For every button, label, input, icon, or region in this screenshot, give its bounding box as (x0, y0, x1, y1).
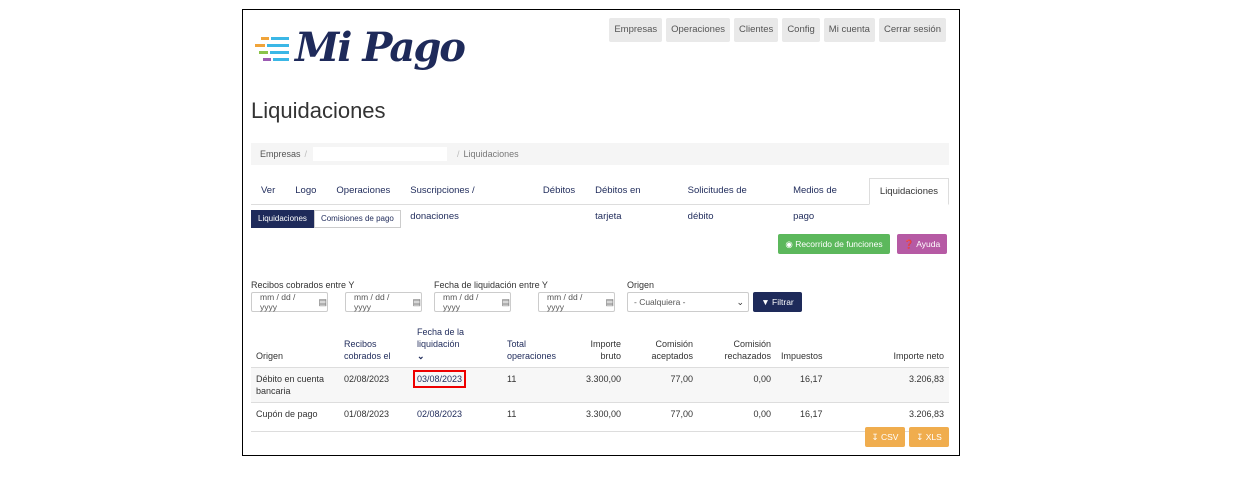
breadcrumb: Empresas / / Liquidaciones (251, 143, 949, 165)
cell-fecha: 02/08/2023 (412, 402, 502, 432)
tab-suscripciones[interactable]: Suscripciones / donaciones (400, 178, 533, 222)
sort-desc-icon: ⌄ (417, 351, 425, 361)
page-title: Liquidaciones (251, 98, 386, 123)
breadcrumb-empresas[interactable]: Empresas (260, 149, 301, 159)
tab-operaciones[interactable]: Operaciones (326, 178, 400, 204)
help-button[interactable]: ❓ Ayuda (897, 234, 947, 254)
cell-impuestos: 16,17 (776, 402, 828, 432)
recibos-filter-label: Recibos cobrados entre Y (251, 280, 355, 290)
col-impuestos: Impuestos (776, 324, 828, 368)
calendar-icon: ▤ (605, 296, 614, 307)
date-placeholder: mm / dd / yyyy (547, 292, 583, 312)
subtab-comisiones-pago[interactable]: Comisiones de pago (313, 210, 401, 228)
cell-comision-aceptados: 77,00 (626, 402, 698, 432)
col-comision-aceptados: Comisión aceptados (626, 324, 698, 368)
date-placeholder: mm / dd / yyyy (260, 292, 296, 312)
tab-liquidaciones[interactable]: Liquidaciones (868, 178, 950, 205)
cell-fecha-link[interactable]: 03/08/2023 (413, 370, 467, 388)
cell-comision-aceptados: 77,00 (626, 367, 698, 403)
nav-cerrar-sesion[interactable]: Cerrar sesión (878, 18, 946, 42)
logo-stripes-icon (255, 37, 289, 61)
filter-button[interactable]: ▼ Filtrar (753, 292, 802, 312)
fecha-from-date-input[interactable]: mm / dd / yyyy ▤ (434, 292, 511, 312)
fecha-filter-label: Fecha de liquidación entre Y (434, 280, 548, 290)
cell-total: 11 (502, 367, 566, 403)
calendar-icon: ▤ (501, 296, 510, 307)
cell-fecha: 03/08/2023 (412, 367, 502, 403)
date-placeholder: mm / dd / yyyy (354, 292, 390, 312)
table-header-row: Origen Recibos cobrados el Fecha de la l… (251, 324, 949, 368)
subtab-liquidaciones[interactable]: Liquidaciones (251, 210, 314, 228)
tab-medios-pago[interactable]: Medios de pago (783, 178, 869, 222)
cell-bruto: 3.300,00 (566, 402, 626, 432)
col-fecha-sort[interactable]: Fecha de la liquidación ⌄ (412, 324, 502, 368)
cell-impuestos: 16,17 (776, 367, 828, 403)
recibos-to-date-input[interactable]: mm / dd / yyyy ▤ (345, 292, 422, 312)
nav-empresas[interactable]: Empresas (609, 18, 663, 42)
nav-mi-cuenta[interactable]: Mi cuenta (823, 18, 875, 42)
csv-export-button[interactable]: ↧ CSV (865, 427, 905, 447)
tab-debitos-tarjeta[interactable]: Débitos en tarjeta (585, 178, 678, 222)
breadcrumb-separator: / (457, 149, 460, 159)
breadcrumb-current: Liquidaciones (463, 149, 519, 159)
mipago-logo[interactable]: Mi Pago (255, 24, 466, 71)
liquidaciones-table: Origen Recibos cobrados el Fecha de la l… (251, 324, 949, 432)
tab-logo[interactable]: Logo (285, 178, 326, 204)
help-button-label: Ayuda (916, 239, 941, 249)
tab-debitos[interactable]: Débitos (533, 178, 585, 204)
xls-button-label: XLS (925, 432, 942, 442)
breadcrumb-company-redacted[interactable] (313, 147, 448, 161)
top-nav: Empresas Operaciones Clientes Config Mi … (609, 18, 946, 42)
download-icon: ↧ (916, 432, 924, 442)
col-total-sort[interactable]: Total operaciones (502, 324, 566, 368)
col-fecha-label: Fecha de la liquidación (417, 327, 465, 349)
cell-origen: Cupón de pago (251, 402, 339, 432)
col-comision-rechazados: Comisión rechazados (698, 324, 776, 368)
calendar-icon: ▤ (412, 296, 421, 307)
cell-recibos: 01/08/2023 (339, 402, 412, 432)
origen-select-value: - Cualquiera - (634, 297, 686, 307)
tour-button[interactable]: ◉ Recorrido de funciones (778, 234, 890, 254)
filter-button-label: Filtrar (772, 297, 794, 307)
origen-filter-label: Origen (627, 280, 655, 290)
cell-fecha-link[interactable]: 02/08/2023 (417, 409, 462, 419)
download-icon: ↧ (871, 432, 879, 442)
col-origen: Origen (251, 324, 339, 368)
cell-origen: Débito en cuenta bancaria (251, 367, 339, 403)
tab-solicitudes-debito[interactable]: Solicitudes de débito (678, 178, 783, 222)
nav-operaciones[interactable]: Operaciones (666, 18, 730, 42)
cell-total: 11 (502, 402, 566, 432)
filter-icon: ▼ (761, 297, 770, 307)
table-row: Cupón de pago 01/08/2023 02/08/2023 11 3… (251, 402, 949, 432)
globe-icon: ◉ (785, 239, 793, 249)
origen-select[interactable]: - Cualquiera - ⌄ (627, 292, 749, 312)
csv-button-label: CSV (881, 432, 899, 442)
table-row: Débito en cuenta bancaria 02/08/2023 03/… (251, 367, 949, 403)
date-placeholder: mm / dd / yyyy (443, 292, 479, 312)
chevron-down-icon: ⌄ (736, 296, 744, 307)
tour-button-label: Recorrido de funciones (795, 239, 883, 249)
fecha-to-date-input[interactable]: mm / dd / yyyy ▤ (538, 292, 615, 312)
xls-export-button[interactable]: ↧ XLS (909, 427, 949, 447)
section-tabs: Ver Logo Operaciones Suscripciones / don… (251, 178, 950, 222)
cell-bruto: 3.300,00 (566, 367, 626, 403)
calendar-icon: ▤ (318, 296, 327, 307)
recibos-from-date-input[interactable]: mm / dd / yyyy ▤ (251, 292, 328, 312)
cell-recibos: 02/08/2023 (339, 367, 412, 403)
breadcrumb-separator: / (304, 149, 308, 159)
subtabs: Liquidaciones Comisiones de pago (251, 210, 401, 228)
app-frame: Mi Pago Empresas Operaciones Clientes Co… (242, 9, 960, 456)
logo-text: Mi Pago (295, 24, 466, 71)
cell-comision-rechazados: 0,00 (698, 367, 776, 403)
question-icon: ❓ (903, 239, 915, 249)
col-recibos-sort[interactable]: Recibos cobrados el (339, 324, 412, 368)
tab-ver[interactable]: Ver (251, 178, 285, 204)
nav-config[interactable]: Config (782, 18, 820, 42)
col-neto: Importe neto (827, 324, 949, 368)
cell-comision-rechazados: 0,00 (698, 402, 776, 432)
cell-neto: 3.206,83 (827, 367, 949, 403)
col-bruto: Importe bruto (566, 324, 626, 368)
nav-clientes[interactable]: Clientes (733, 18, 779, 42)
